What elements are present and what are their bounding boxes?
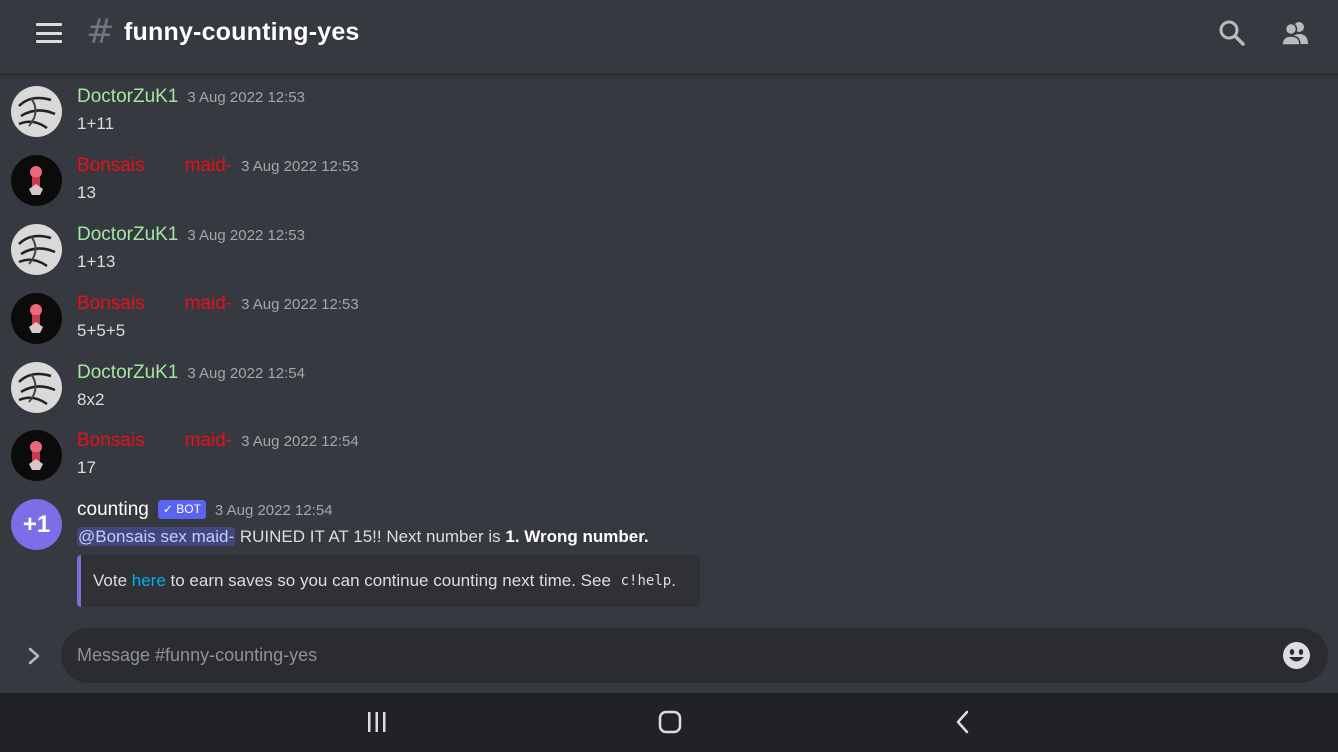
bot-badge-label: BOT bbox=[176, 502, 201, 516]
bot-avatar[interactable]: +1 bbox=[11, 499, 62, 550]
back-icon[interactable] bbox=[948, 707, 978, 737]
author-name[interactable]: DoctorZuK1 bbox=[77, 224, 178, 246]
message-composer bbox=[61, 628, 1328, 683]
embed-text-suffix: . bbox=[671, 571, 676, 590]
message-content: 13 bbox=[77, 183, 96, 202]
timestamp: 3 Aug 2022 12:53 bbox=[187, 89, 305, 106]
hamburger-menu-icon[interactable] bbox=[36, 23, 62, 43]
message-header: Bonsais maid- 3 Aug 2022 12:54 bbox=[77, 430, 359, 452]
message-bold-text: 1. Wrong number. bbox=[505, 527, 649, 546]
message-content: 8x2 bbox=[77, 390, 105, 409]
vote-link[interactable]: here bbox=[132, 571, 166, 591]
author-name[interactable]: DoctorZuK1 bbox=[77, 86, 178, 108]
search-icon[interactable] bbox=[1217, 18, 1247, 48]
message-list[interactable]: DoctorZuK1 3 Aug 2022 12:53 1+11 Bonsais… bbox=[0, 75, 1338, 620]
author-name[interactable]: Bonsais bbox=[77, 293, 145, 315]
timestamp: 3 Aug 2022 12:53 bbox=[241, 296, 359, 313]
embed-text-prefix: Vote bbox=[93, 571, 132, 590]
channel-title: funny-counting-yes bbox=[124, 18, 360, 46]
timestamp: 3 Aug 2022 12:54 bbox=[241, 433, 359, 450]
verified-check-icon: ✓ bbox=[162, 502, 173, 516]
author-name-suffix[interactable]: maid- bbox=[185, 430, 233, 452]
embed-text: to earn saves so you can continue counti… bbox=[165, 571, 616, 590]
message-content: 17 bbox=[77, 458, 96, 477]
timestamp: 3 Aug 2022 12:53 bbox=[187, 227, 305, 244]
message-text: RUINED IT AT 15!! Next number is bbox=[235, 527, 506, 546]
author-name[interactable]: Bonsais bbox=[77, 155, 145, 177]
timestamp: 3 Aug 2022 12:54 bbox=[214, 502, 333, 519]
hash-icon: # bbox=[86, 12, 115, 52]
home-icon[interactable] bbox=[655, 707, 685, 737]
message-content: 1+11 bbox=[77, 114, 115, 133]
emoji-icon[interactable] bbox=[1282, 641, 1311, 670]
user-mention[interactable]: @Bonsais sex maid- bbox=[77, 527, 236, 546]
recent-apps-icon[interactable] bbox=[362, 707, 392, 737]
avatar[interactable] bbox=[11, 362, 62, 413]
bot-badge: ✓ BOT bbox=[157, 499, 206, 519]
avatar[interactable] bbox=[11, 430, 62, 481]
timestamp: 3 Aug 2022 12:54 bbox=[187, 365, 305, 382]
system-nav-bar bbox=[0, 693, 1338, 752]
author-name-suffix[interactable]: maid- bbox=[185, 293, 233, 315]
message-content: @Bonsais sex maid- RUINED IT AT 15!! Nex… bbox=[77, 527, 649, 547]
message-embed: Vote here to earn saves so you can conti… bbox=[77, 555, 700, 607]
help-command-code: c!help bbox=[620, 573, 672, 589]
avatar[interactable] bbox=[11, 155, 62, 206]
message-header: DoctorZuK1 3 Aug 2022 12:54 bbox=[77, 362, 305, 384]
author-name-suffix[interactable]: maid- bbox=[185, 155, 233, 177]
message-input[interactable] bbox=[77, 628, 1267, 683]
chevron-right-icon[interactable] bbox=[25, 645, 43, 667]
avatar[interactable] bbox=[11, 224, 62, 275]
avatar[interactable] bbox=[11, 293, 62, 344]
message-header: Bonsais maid- 3 Aug 2022 12:53 bbox=[77, 293, 359, 315]
members-icon[interactable] bbox=[1280, 18, 1310, 48]
author-name[interactable]: Bonsais bbox=[77, 430, 145, 452]
message-header: DoctorZuK1 3 Aug 2022 12:53 bbox=[77, 224, 305, 246]
author-name[interactable]: DoctorZuK1 bbox=[77, 362, 178, 384]
message-content: 1+13 bbox=[77, 252, 116, 271]
message-header: counting ✓ BOT 3 Aug 2022 12:54 bbox=[77, 499, 333, 521]
message-header: Bonsais maid- 3 Aug 2022 12:53 bbox=[77, 155, 359, 177]
channel-header: # funny-counting-yes bbox=[0, 0, 1338, 74]
message-content: 5+5+5 bbox=[77, 321, 126, 340]
avatar[interactable] bbox=[11, 86, 62, 137]
author-name[interactable]: counting bbox=[77, 499, 149, 521]
timestamp: 3 Aug 2022 12:53 bbox=[241, 158, 359, 175]
message-header: DoctorZuK1 3 Aug 2022 12:53 bbox=[77, 86, 305, 108]
